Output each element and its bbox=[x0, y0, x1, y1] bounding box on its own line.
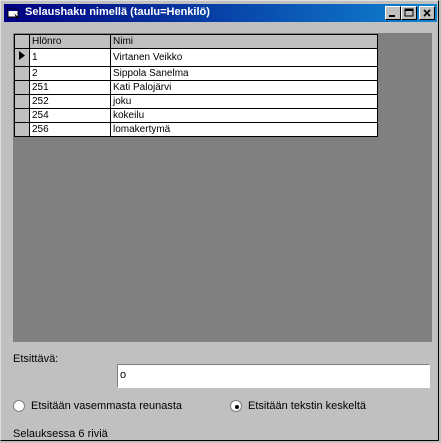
cell-hlonro[interactable]: 254 bbox=[29, 108, 111, 123]
cell-nimi[interactable]: Virtanen Veikko bbox=[110, 48, 378, 67]
minimize-icon bbox=[389, 15, 395, 17]
close-button[interactable] bbox=[419, 6, 435, 20]
table-row[interactable]: 252 joku bbox=[14, 94, 378, 109]
cell-hlonro[interactable]: 252 bbox=[29, 94, 111, 109]
radio-circle[interactable] bbox=[13, 400, 25, 412]
app-window: Selaushaku nimellä (taulu=Henkilö) Hlönr… bbox=[0, 0, 439, 441]
cell-nimi[interactable]: Kati Palojärvi bbox=[110, 80, 378, 95]
search-input[interactable] bbox=[120, 369, 420, 381]
radio-selected-dot bbox=[235, 405, 239, 409]
table-row[interactable]: 254 kokeilu bbox=[14, 108, 378, 123]
cell-nimi[interactable]: joku bbox=[110, 94, 378, 109]
form-icon bbox=[7, 8, 19, 19]
radio-label-left[interactable]: Etsitään vasemmasta reunasta bbox=[31, 400, 182, 412]
column-header-hlonro[interactable]: Hlönro bbox=[29, 34, 111, 49]
row-selector[interactable] bbox=[14, 66, 30, 81]
maximize-button[interactable] bbox=[401, 6, 417, 20]
title-bar[interactable]: Selaushaku nimellä (taulu=Henkilö) bbox=[4, 4, 437, 22]
cell-nimi[interactable]: Sippola Sanelma bbox=[110, 66, 378, 81]
row-selector[interactable] bbox=[14, 48, 30, 67]
table-row[interactable]: 256 lomakertymä bbox=[14, 122, 378, 137]
current-row-arrow-icon bbox=[19, 51, 25, 60]
cell-nimi[interactable]: kokeilu bbox=[110, 108, 378, 123]
table-row[interactable]: 1 Virtanen Veikko bbox=[14, 48, 378, 67]
results-grid[interactable]: Hlönro Nimi 1 Virtanen Veikko 2 Sippola … bbox=[13, 33, 432, 342]
column-header-nimi[interactable]: Nimi bbox=[110, 34, 378, 49]
cell-nimi[interactable]: lomakertymä bbox=[110, 122, 378, 137]
minimize-button[interactable] bbox=[385, 6, 401, 20]
cell-hlonro[interactable]: 2 bbox=[29, 66, 111, 81]
row-selector[interactable] bbox=[14, 80, 30, 95]
row-selector[interactable] bbox=[14, 94, 30, 109]
radio-circle[interactable] bbox=[230, 400, 242, 412]
radio-label-middle[interactable]: Etsitään tekstin keskeltä bbox=[248, 400, 366, 412]
close-icon bbox=[423, 9, 431, 17]
row-selector[interactable] bbox=[14, 108, 30, 123]
row-selector[interactable] bbox=[14, 122, 30, 137]
grid-corner-cell bbox=[14, 34, 30, 49]
search-field[interactable] bbox=[117, 364, 430, 388]
cell-hlonro[interactable]: 251 bbox=[29, 80, 111, 95]
status-text: Selauksessa 6 riviä bbox=[13, 428, 108, 440]
maximize-icon bbox=[404, 8, 414, 17]
window-title: Selaushaku nimellä (taulu=Henkilö) bbox=[25, 6, 210, 18]
table-row[interactable]: 2 Sippola Sanelma bbox=[14, 66, 378, 81]
table-row[interactable]: 251 Kati Palojärvi bbox=[14, 80, 378, 95]
grid-header-row: Hlönro Nimi bbox=[14, 34, 378, 49]
search-label: Etsittävä: bbox=[13, 353, 59, 365]
cell-hlonro[interactable]: 1 bbox=[29, 48, 111, 67]
cell-hlonro[interactable]: 256 bbox=[29, 122, 111, 137]
